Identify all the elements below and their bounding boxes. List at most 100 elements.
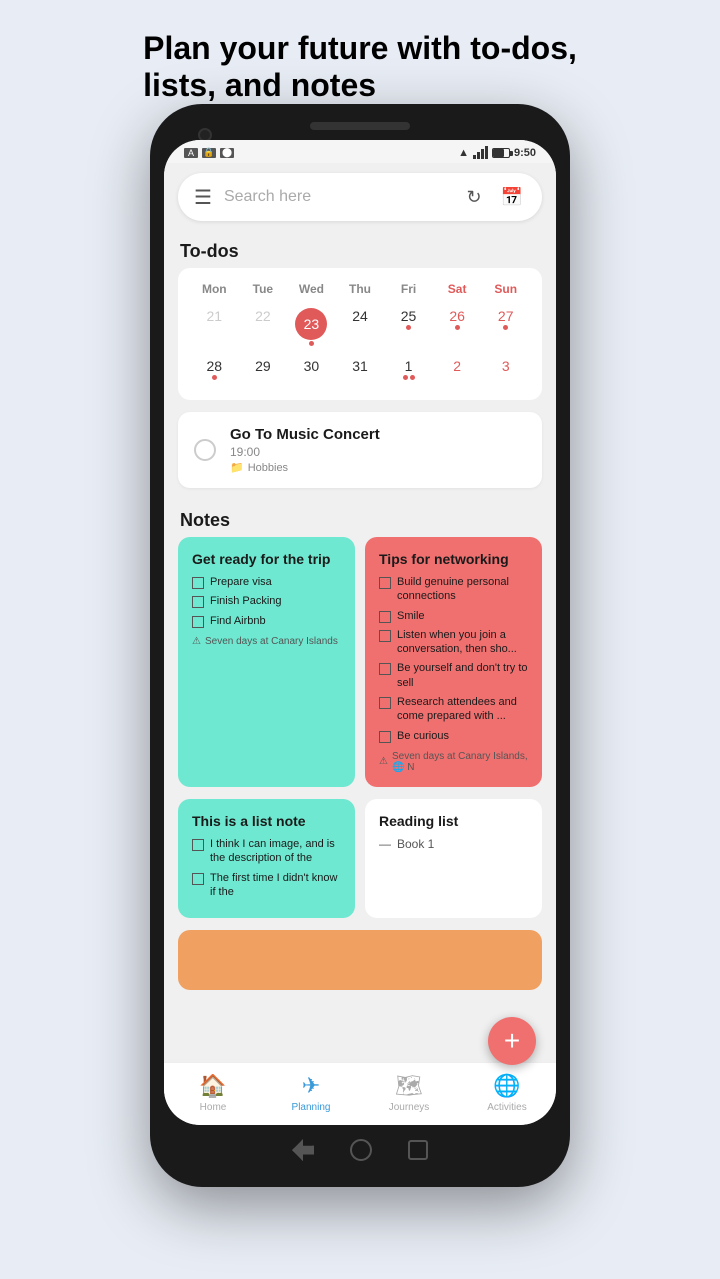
battery-fill [493, 149, 504, 157]
note-net-item6: Be curious [379, 729, 528, 743]
note-checkbox-n2[interactable] [379, 611, 391, 623]
signal-bar-3 [481, 149, 484, 159]
note-card-trip[interactable]: Get ready for the trip Prepare visa Fini… [178, 537, 355, 787]
cal-dot-28 [212, 375, 217, 380]
note-trip-item2-text: Finish Packing [210, 594, 282, 608]
cal-day-31[interactable]: 31 [336, 354, 385, 384]
note-net-item3-text: Listen when you join a conversation, the… [397, 628, 528, 657]
notes-section-title: Notes [164, 500, 556, 537]
cal-day-28[interactable]: 28 [190, 354, 239, 384]
cal-day-23[interactable]: 23 [287, 304, 336, 350]
todo-category: 📁 Hobbies [230, 461, 380, 474]
note-checkbox-n4[interactable] [379, 663, 391, 675]
cal-dot-27 [503, 325, 508, 330]
nav-activities[interactable]: 🌐 Activities [477, 1073, 537, 1113]
hamburger-icon[interactable]: ☰ [194, 185, 212, 210]
battery-icon [492, 148, 510, 158]
note-trip-footer: ⚠ Seven days at Canary Islands [192, 636, 341, 647]
note-trip-title: Get ready for the trip [192, 551, 341, 567]
refresh-icon[interactable]: ↻ [460, 183, 488, 211]
cal-mon: Mon [190, 280, 239, 298]
notes-grid-row1: Get ready for the trip Prepare visa Fini… [178, 537, 542, 787]
nav-journeys[interactable]: 🗺 Journeys [379, 1073, 439, 1113]
back-button[interactable] [292, 1139, 314, 1161]
nav-planning[interactable]: ✈ Planning [281, 1073, 341, 1113]
calendar-week2: 28 29 30 31 1 2 3 [190, 354, 530, 384]
phone-screen: DEBUG A 🔒 ⬤ ▲ 9:50 [164, 140, 556, 1125]
search-bar[interactable]: ☰ Search here ↻ 📅 [178, 173, 542, 221]
note-checkbox-1[interactable] [192, 577, 204, 589]
note-net-item4: Be yourself and don't try to sell [379, 661, 528, 690]
note-card-networking[interactable]: Tips for networking Build genuine person… [365, 537, 542, 787]
search-input[interactable]: Search here [224, 188, 460, 206]
note-checkbox-3[interactable] [192, 616, 204, 628]
signal-bars [473, 146, 488, 159]
cal-day-26[interactable]: 26 [433, 304, 482, 350]
cal-day-22[interactable]: 22 [239, 304, 288, 350]
dash-icon: — [379, 837, 391, 851]
recents-button[interactable] [408, 1140, 428, 1160]
planning-icon: ✈ [302, 1073, 320, 1099]
signal-bar-2 [477, 152, 480, 159]
note-net-item5: Research attendees and come prepared wit… [379, 695, 528, 724]
note-checkbox-n5[interactable] [379, 697, 391, 709]
cal-day-1[interactable]: 1 [384, 354, 433, 384]
note-trip-item1: Prepare visa [192, 575, 341, 589]
note-card-list[interactable]: This is a list note I think I can image,… [178, 799, 355, 918]
note-list-item1: I think I can image, and is the descript… [192, 837, 341, 866]
note-net-item2: Smile [379, 609, 528, 623]
note-net-item1-text: Build genuine personal connections [397, 575, 528, 604]
note-checkbox-l1[interactable] [192, 839, 204, 851]
fab-add-button[interactable]: + [488, 1017, 536, 1065]
cal-thu: Thu [336, 280, 385, 298]
cal-dots-1 [403, 374, 415, 380]
cal-dot-25 [406, 325, 411, 330]
cal-day-25[interactable]: 25 [384, 304, 433, 350]
reading-list-title: Reading list [379, 813, 528, 829]
status-right-icons: ▲ 9:50 [458, 146, 536, 159]
cal-dot-1b [410, 375, 415, 380]
cal-day-2[interactable]: 2 [433, 354, 482, 384]
cal-sat: Sat [433, 280, 482, 298]
status-time: 9:50 [514, 147, 536, 159]
headline-line1: Plan your future with to-dos, [143, 30, 577, 66]
note-checkbox-n6[interactable] [379, 731, 391, 743]
todo-checkbox[interactable] [194, 439, 216, 461]
reading-list-card[interactable]: Reading list — Book 1 [365, 799, 542, 918]
cal-day-30[interactable]: 30 [287, 354, 336, 384]
cal-dot-23 [309, 341, 314, 346]
note-trip-footer-text: Seven days at Canary Islands [205, 636, 338, 647]
todo-item[interactable]: Go To Music Concert 19:00 📁 Hobbies [178, 412, 542, 488]
cal-day-3[interactable]: 3 [481, 354, 530, 384]
note-checkbox-2[interactable] [192, 596, 204, 608]
signal-bar-1 [473, 155, 476, 159]
note-checkbox-n3[interactable] [379, 630, 391, 642]
cal-wed: Wed [287, 280, 336, 298]
cal-fri: Fri [384, 280, 433, 298]
nav-activities-label: Activities [487, 1102, 526, 1113]
note-list-item2-text: The first time I didn't know if the [210, 871, 341, 900]
lock-icon: 🔒 [202, 148, 216, 158]
note-checkbox-n1[interactable] [379, 577, 391, 589]
nav-home[interactable]: 🏠 Home [183, 1073, 243, 1113]
note-networking-title: Tips for networking [379, 551, 528, 567]
home-button[interactable] [350, 1139, 372, 1161]
todos-section-title: To-dos [164, 231, 556, 268]
cal-day-21[interactable]: 21 [190, 304, 239, 350]
cal-day-27[interactable]: 27 [481, 304, 530, 350]
calendar-icon[interactable]: 📅 [498, 183, 526, 211]
warning-icon-2: ⚠ [379, 756, 388, 767]
note-checkbox-l2[interactable] [192, 873, 204, 885]
todo-category-label: Hobbies [248, 462, 288, 474]
status-bar: A 🔒 ⬤ ▲ 9:50 [164, 140, 556, 163]
cal-day-29[interactable]: 29 [239, 354, 288, 384]
search-action-icons: ↻ 📅 [460, 183, 526, 211]
warning-icon: ⚠ [192, 636, 201, 647]
calendar-week1: 21 22 23 24 25 26 [190, 304, 530, 350]
todo-details: Go To Music Concert 19:00 📁 Hobbies [230, 426, 380, 474]
cal-day-24[interactable]: 24 [336, 304, 385, 350]
nav-planning-label: Planning [292, 1102, 331, 1113]
calendar-section: Mon Tue Wed Thu Fri Sat Sun 21 22 23 [178, 268, 542, 400]
wifi-icon: ▲ [458, 147, 469, 159]
cal-dot-1a [403, 375, 408, 380]
